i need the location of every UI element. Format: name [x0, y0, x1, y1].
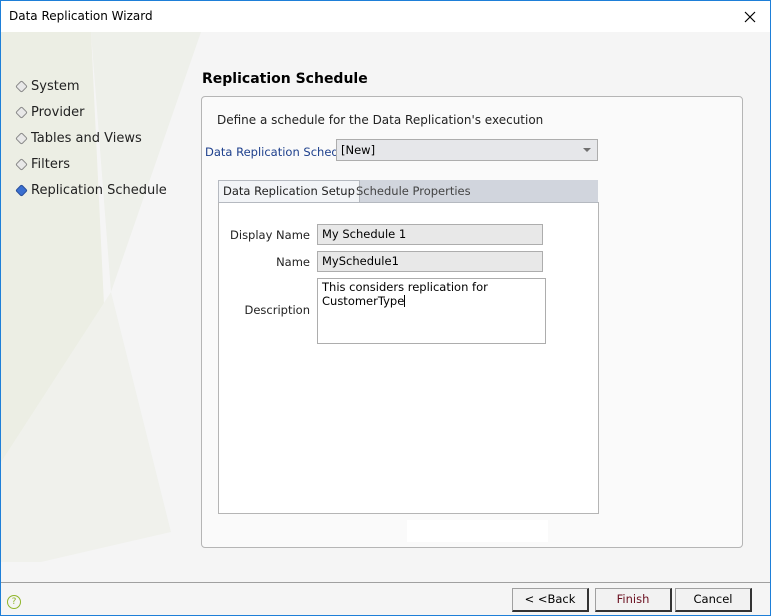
- step-replication-schedule[interactable]: Replication Schedule: [15, 177, 167, 203]
- tab-data-replication-setup[interactable]: Data Replication Setup: [218, 180, 360, 203]
- help-circle-icon[interactable]: ?: [7, 595, 21, 609]
- title-bar: Data Replication Wizard: [1, 1, 770, 32]
- step-label: System: [31, 78, 80, 94]
- page-title: Replication Schedule: [202, 71, 368, 87]
- step-label: Replication Schedule: [31, 182, 167, 198]
- window-title: Data Replication Wizard: [9, 9, 153, 23]
- description-textarea[interactable]: This considers replication for CustomerT…: [317, 278, 546, 344]
- step-label: Provider: [31, 104, 85, 120]
- tab-strip: Data Replication Setup Schedule Properti…: [218, 180, 598, 203]
- schedule-label: Data Replication Schedu: [205, 145, 346, 159]
- step-label: Filters: [31, 156, 70, 172]
- step-diamond-icon: [15, 131, 28, 145]
- schedule-dropdown-value: [New]: [341, 143, 376, 157]
- cancel-button[interactable]: Cancel: [675, 588, 752, 612]
- display-name-label: Display Name: [230, 228, 310, 242]
- intro-text: Define a schedule for the Data Replicati…: [217, 113, 544, 127]
- close-button[interactable]: [730, 1, 770, 32]
- step-label: Tables and Views: [31, 130, 142, 146]
- step-filters[interactable]: Filters: [15, 151, 167, 177]
- step-diamond-icon: [15, 157, 28, 171]
- chevron-down-icon: [583, 148, 591, 152]
- tab-schedule-properties[interactable]: Schedule Properties: [352, 180, 475, 202]
- step-diamond-icon: [15, 79, 28, 93]
- finish-button[interactable]: Finish: [595, 588, 672, 612]
- display-name-field[interactable]: My Schedule 1: [317, 224, 543, 245]
- back-button[interactable]: < <Back: [512, 588, 589, 612]
- wizard-steps: System Provider Tables and Views Filters…: [15, 73, 167, 203]
- step-system[interactable]: System: [15, 73, 167, 99]
- close-x-icon: [744, 11, 756, 22]
- description-label: Description: [244, 303, 311, 317]
- step-diamond-icon: [15, 105, 28, 119]
- step-tables-and-views[interactable]: Tables and Views: [15, 125, 167, 151]
- step-diamond-active-icon: [15, 183, 28, 197]
- name-field[interactable]: MySchedule1: [317, 251, 543, 272]
- text-caret: [404, 295, 406, 307]
- schedule-dropdown[interactable]: [New]: [336, 139, 598, 161]
- blank-area: [407, 520, 548, 542]
- schedule-group-box: Define a schedule for the Data Replicati…: [201, 96, 743, 548]
- wizard-window: Data Replication Wizard System Provider …: [0, 0, 771, 616]
- tab-panel-setup: Display Name My Schedule 1 Name MySchedu…: [218, 202, 599, 514]
- footer-divider: [1, 582, 770, 583]
- name-label: Name: [276, 255, 310, 269]
- step-provider[interactable]: Provider: [15, 99, 167, 125]
